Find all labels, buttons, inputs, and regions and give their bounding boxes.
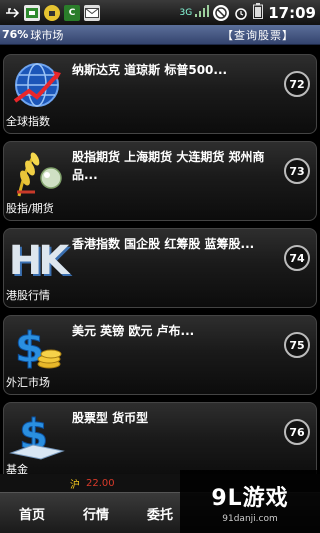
ticker-label: 沪 [70,479,80,491]
card-description: 股票型 货币型 [72,411,149,425]
wheat-commodity-icon [8,148,66,200]
card-caption: 基金 [6,463,28,474]
watermark-url: 91danji.com [222,513,278,524]
market-list: 全球指数 纳斯达克 道琼斯 标普500... 72 股指/期货 股指期货 上海期… [0,46,320,474]
signal-icon [194,3,210,22]
query-stock-link[interactable]: 【查询股票】 [222,27,294,43]
watermark: 9L游戏 91danji.com [180,470,320,533]
card-description: 香港指数 国企股 红筹股 蓝筹股... [72,237,255,251]
tab-quotes[interactable]: 行情 [64,504,128,523]
progress-percent: 76% [2,28,29,41]
card-description: 股指期货 上海期货 大连期货 郑州商品... [72,150,265,182]
dollar-coins-icon: $ [8,322,66,374]
list-item-global-index[interactable]: 全球指数 纳斯达克 道琼斯 标普500... 72 [3,54,317,134]
card-caption: 全球指数 [6,115,50,128]
card-caption: 股指/期货 [6,202,54,215]
card-caption: 外汇市场 [6,376,50,389]
page-title: 球市场 [30,28,64,42]
card-description: 美元 英镑 欧元 卢布... [72,324,195,338]
battery-icon [253,2,264,23]
watermark-logo: 9L游戏 [211,485,289,511]
usb-icon [4,5,20,21]
list-item-fund[interactable]: $ 基金 股票型 货币型 76 [3,402,317,474]
status-bar: C 3G 17:09 [0,0,320,25]
globe-icon [8,61,66,113]
list-item-futures[interactable]: 股指/期货 股指期货 上海期货 大连期货 郑州商品... 73 [3,141,317,221]
card-caption: 港股行情 [6,289,50,302]
notification-c-icon: C [64,4,80,21]
hk-letters-icon: HK [8,235,70,287]
dollar-fund-icon: $ [8,409,66,461]
count-badge: 76 [284,419,310,445]
no-sim-icon [213,4,230,21]
list-item-forex[interactable]: $ 外汇市场 美元 英镑 欧元 卢布... 75 [3,315,317,395]
ticker-value: 22.00 [86,477,115,489]
mail-icon [84,4,100,21]
count-badge: 74 [284,245,310,271]
list-item-hk-stocks[interactable]: HK 港股行情 香港指数 国企股 红筹股 蓝筹股... 74 [3,228,317,308]
card-description: 纳斯达克 道琼斯 标普500... [72,63,228,77]
count-badge: 72 [284,71,310,97]
count-badge: 73 [284,158,310,184]
tab-home[interactable]: 首页 [0,504,64,523]
sd-card-icon [24,4,40,21]
alarm-icon [233,5,249,21]
title-bar: 76% 球市场 【查询股票】 [0,25,320,45]
clock: 17:09 [268,3,316,22]
android-icon [44,4,60,21]
hk-letters: HK [8,238,70,284]
3g-icon: 3G [179,7,193,18]
count-badge: 75 [284,332,310,358]
